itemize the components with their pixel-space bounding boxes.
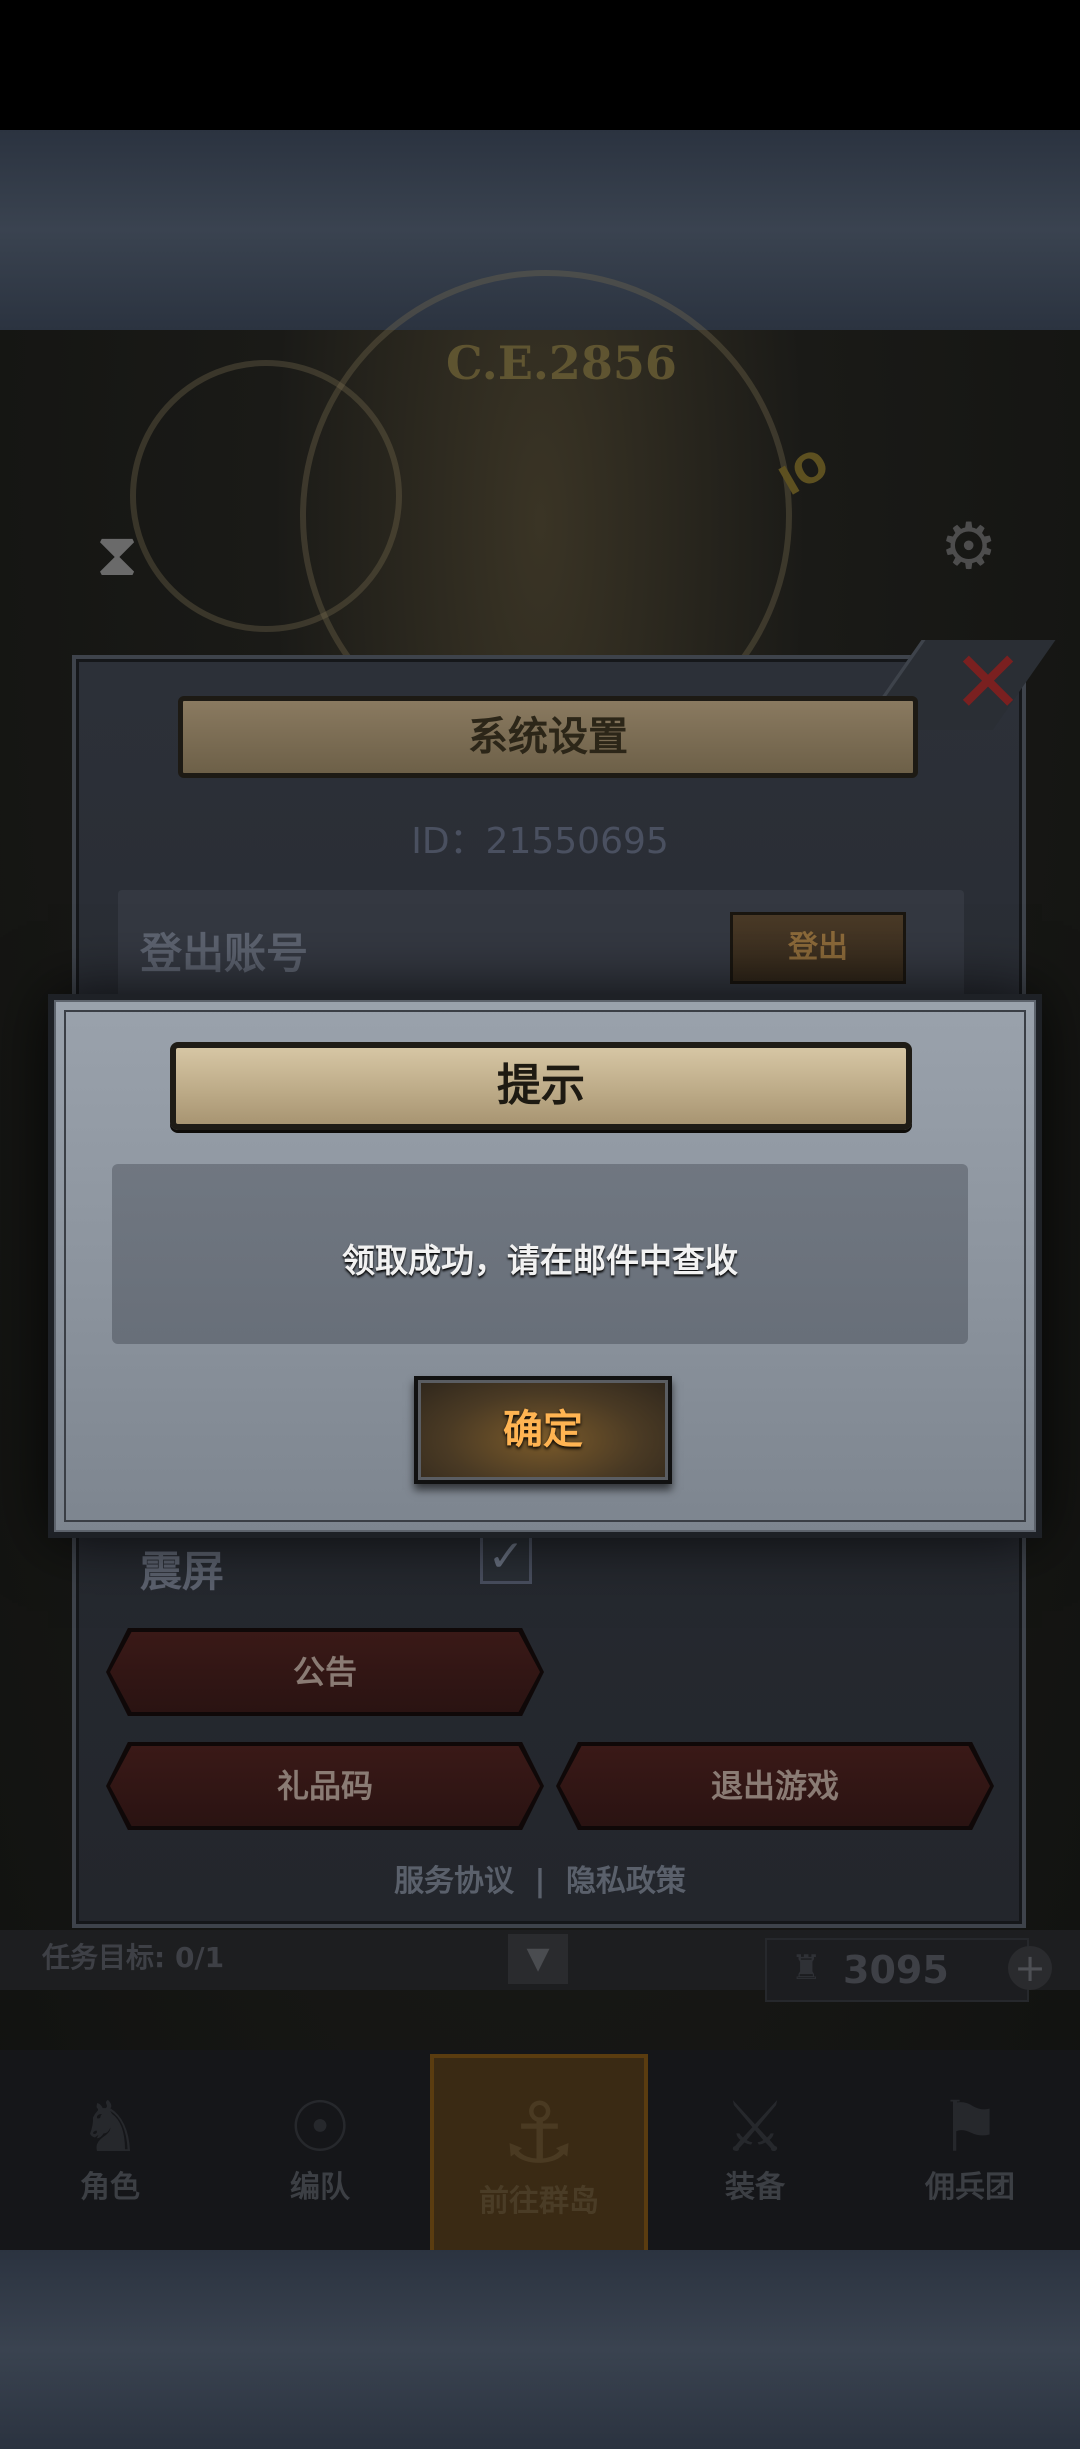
nav-label-team: 编队 xyxy=(290,2170,350,2205)
mercenary-icon: ⚑ xyxy=(938,2086,1002,2168)
team-icon: ☉ xyxy=(288,2086,352,2168)
user-id: ID：21550695 xyxy=(411,821,669,862)
status-bar xyxy=(0,0,1080,130)
background-gear-small xyxy=(130,360,402,632)
add-resource-icon[interactable]: + xyxy=(1008,1946,1052,1990)
gear-icon[interactable]: ⚙ xyxy=(940,510,997,584)
nav-label-equipment: 装备 xyxy=(725,2170,785,2205)
vibration-label: 震屏 xyxy=(140,1547,225,1596)
resource-counter: ♜ 3095 xyxy=(765,1938,1029,2002)
logout-account-label: 登出账号 xyxy=(140,929,309,978)
gift-code-button-frame[interactable]: 礼品码 xyxy=(106,1742,544,1830)
dialog-title-text: 提示 xyxy=(497,1060,585,1111)
character-icon: ♞ xyxy=(78,2086,142,2168)
chevron-down-icon[interactable]: ▼ xyxy=(508,1934,568,1984)
privacy-policy-link[interactable]: 隐私政策 xyxy=(566,1864,686,1899)
vibration-checkbox[interactable]: ✓ xyxy=(480,1532,532,1584)
resource-icon: ♜ xyxy=(791,1948,822,1988)
exit-game-button[interactable]: 退出游戏 xyxy=(560,1746,990,1826)
announcement-button-frame[interactable]: 公告 xyxy=(106,1628,544,1716)
nav-label-islands: 前往群岛 xyxy=(479,2184,599,2219)
settings-title-text: 系统设置 xyxy=(468,714,628,760)
gift-code-button[interactable]: 礼品码 xyxy=(110,1746,540,1826)
nav-item-equipment[interactable]: ⚔ 装备 xyxy=(655,2050,855,2250)
nav-item-team[interactable]: ☉ 编队 xyxy=(220,2050,420,2250)
legal-links: 服务协议 | 隐私政策 xyxy=(0,1856,1080,1900)
service-agreement-link[interactable]: 服务协议 xyxy=(394,1864,514,1899)
nav-item-character[interactable]: ♞ 角色 xyxy=(10,2050,210,2250)
dialog-title: 提示 xyxy=(170,1042,912,1130)
resource-value: 3095 xyxy=(843,1948,949,1992)
year-label: C.E.2856 xyxy=(446,336,677,390)
dialog-message: 领取成功，请在邮件中查收 xyxy=(342,1241,738,1280)
bottom-band xyxy=(0,2250,1080,2449)
close-icon[interactable]: ✕ xyxy=(952,640,1024,726)
task-target[interactable]: 任务目标: 0/1 xyxy=(42,1936,224,1976)
announcement-button[interactable]: 公告 xyxy=(110,1632,540,1712)
islands-icon: ⚓ xyxy=(501,2084,577,2182)
bottom-nav: ♞ 角色 ☉ 编队 ⚓ 前往群岛 ⚔ 装备 ⚑ 佣兵团 xyxy=(0,2050,1080,2254)
nav-item-mercenary[interactable]: ⚑ 佣兵团 xyxy=(870,2050,1070,2250)
equipment-icon: ⚔ xyxy=(723,2086,787,2168)
hourglass-icon[interactable]: ⧗ xyxy=(96,520,138,590)
nav-label-character: 角色 xyxy=(80,2170,140,2205)
settings-title: 系统设置 xyxy=(178,696,918,778)
logout-button[interactable]: 登出 xyxy=(730,912,906,984)
nav-item-islands[interactable]: ⚓ 前往群岛 xyxy=(430,2054,648,2254)
exit-game-button-frame[interactable]: 退出游戏 xyxy=(556,1742,994,1830)
nav-label-mercenary: 佣兵团 xyxy=(925,2170,1015,2205)
links-separator: | xyxy=(534,1864,546,1899)
confirm-button[interactable]: 确定 xyxy=(414,1376,672,1484)
